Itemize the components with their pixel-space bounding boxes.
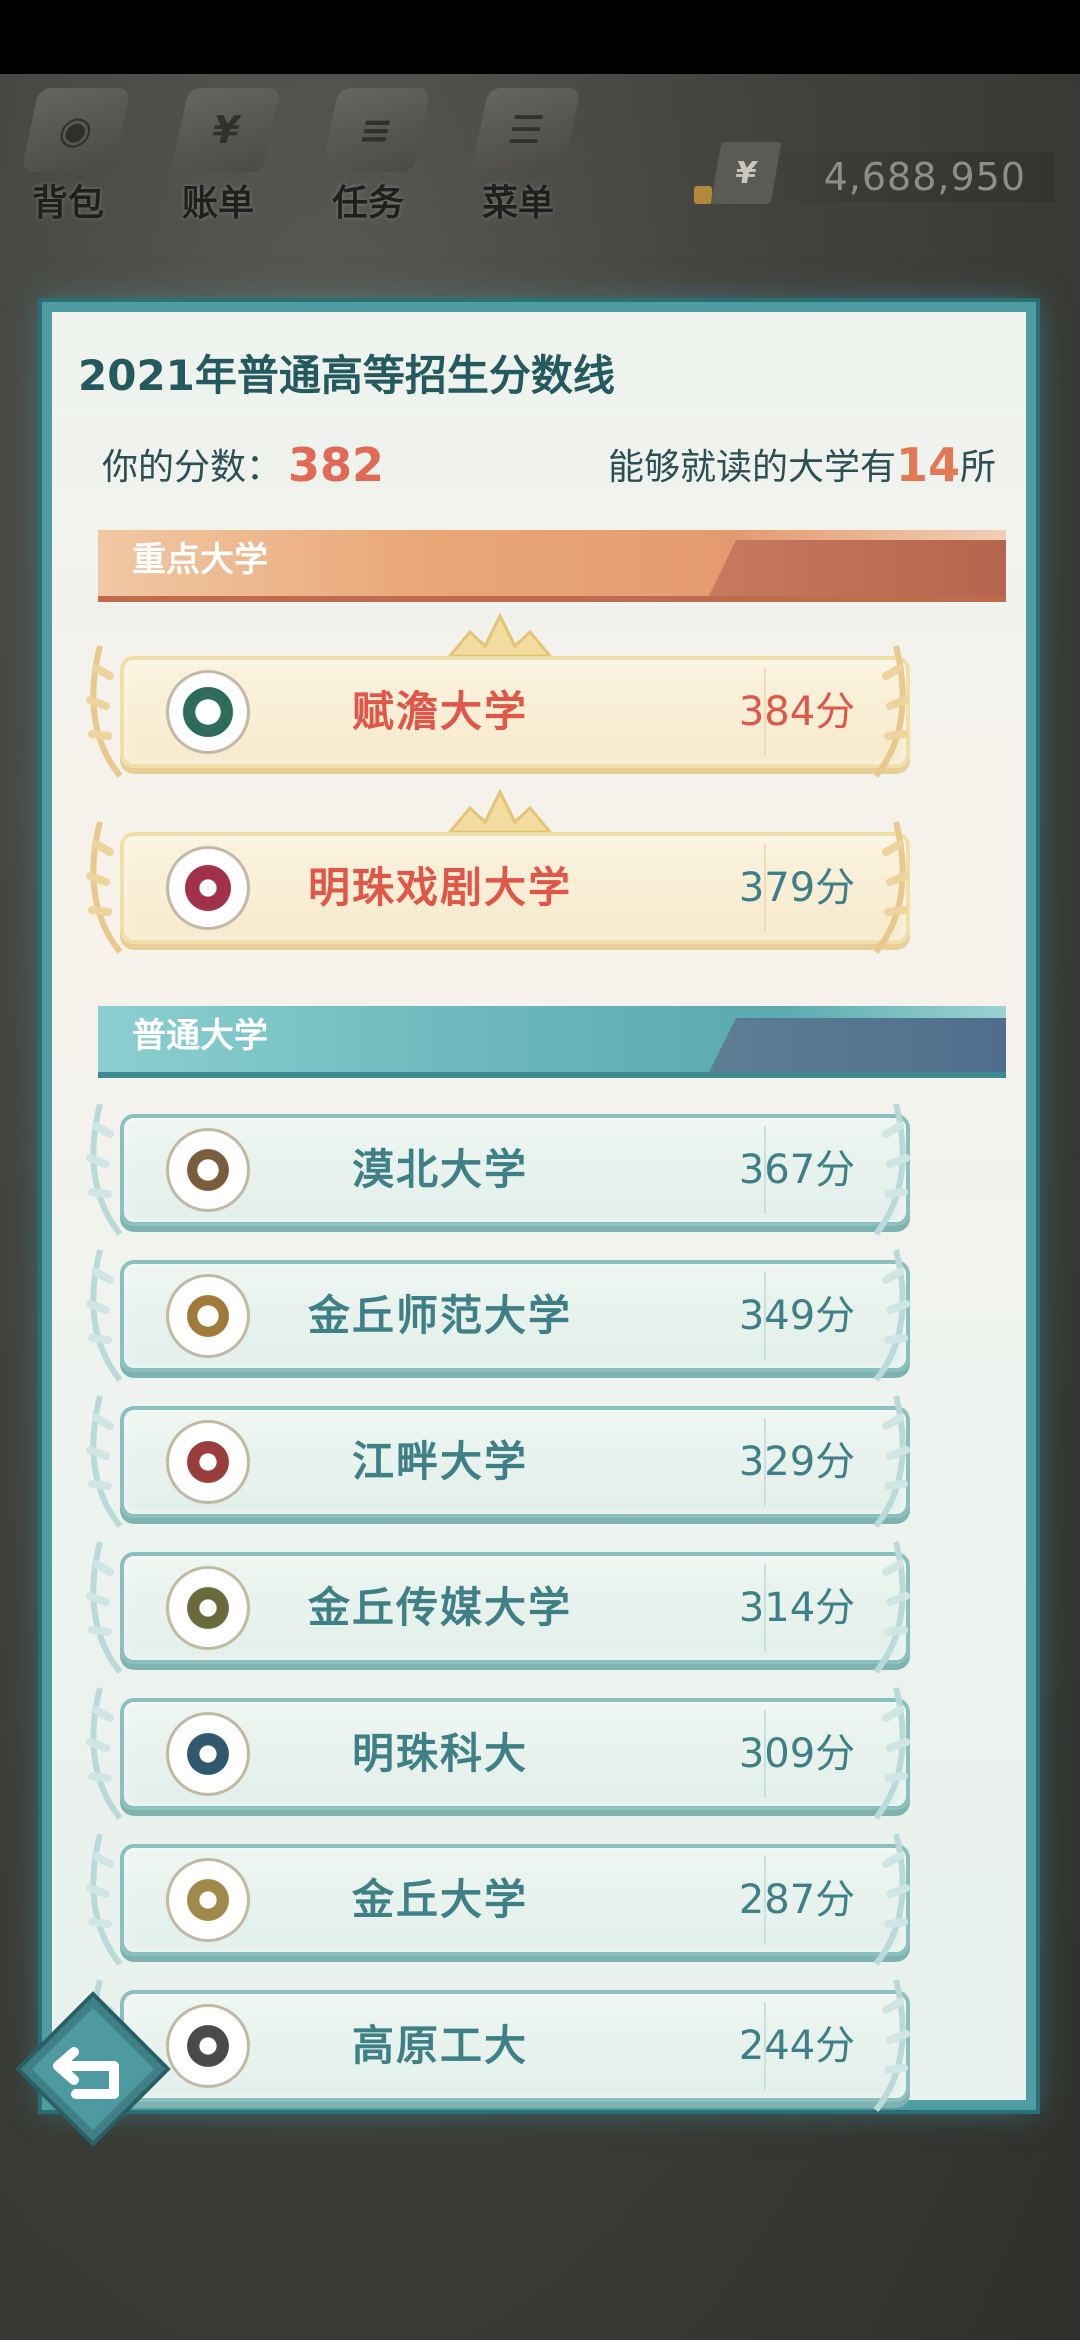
admission-score-panel: 2021年普通高等招生分数线 你的分数： 382 能够就读的大学有14所 重点大学… [42, 302, 1036, 2112]
menu-bill[interactable]: ¥ 账单 [150, 74, 290, 244]
laurel-right-icon [873, 1833, 910, 1966]
back-button[interactable] [14, 1990, 172, 2148]
university-name: 明珠科大 [351, 1729, 528, 1778]
key-header-accent [706, 540, 1006, 602]
university-card-normal-7[interactable]: 高原工大 244分 [80, 1979, 916, 2112]
wallet-icon: ¥ [171, 88, 281, 172]
key-header-label: 重点大学 [132, 540, 268, 580]
normal-university-header: 普通大学 [98, 1006, 1006, 1078]
university-score: 367分 [738, 1147, 856, 1193]
menu-books-icon: ☰ [471, 88, 581, 172]
key-university-header: 重点大学 [98, 530, 1006, 602]
menu-menu[interactable]: ☰ 菜单 [450, 74, 590, 244]
laurel-right-icon [873, 1249, 910, 1382]
normal-header-label: 普通大学 [132, 1016, 268, 1056]
top-menu: ◉ 背包 ¥ 账单 ≡ 任务 ☰ 菜单 ¥ 4,688,950 [0, 74, 1080, 244]
laurel-left-icon [86, 1833, 123, 1966]
laurel-right-icon [873, 1541, 910, 1674]
status-bar [0, 0, 1080, 74]
laurel-left-icon [86, 1541, 123, 1674]
user-score-value: 382 [288, 438, 385, 492]
laurel-left-icon [86, 1103, 123, 1236]
menu-backpack-label: 背包 [32, 183, 105, 224]
money-dot [694, 186, 712, 204]
task-book-icon: ≡ [321, 88, 431, 172]
university-score: 309分 [738, 1731, 856, 1777]
university-card-key-2[interactable]: 明珠戏剧大学 379分 [80, 788, 916, 954]
university-name: 高原工大 [351, 2021, 528, 2070]
laurel-right-icon [873, 1687, 910, 1820]
university-score: 349分 [738, 1293, 856, 1339]
university-name: 金丘传媒大学 [307, 1583, 572, 1632]
university-score: 329分 [738, 1439, 856, 1485]
normal-header-line [98, 1072, 1006, 1078]
laurel-right-icon [873, 1103, 910, 1236]
university-score: 384分 [738, 689, 856, 735]
university-card-normal-2[interactable]: 金丘师范大学 349分 [80, 1249, 916, 1382]
university-card-normal-1[interactable]: 漠北大学 367分 [80, 1103, 916, 1236]
university-score: 379分 [738, 865, 856, 911]
university-name: 金丘师范大学 [307, 1291, 572, 1340]
university-score: 244分 [738, 2023, 856, 2069]
money-value: 4,688,950 [823, 155, 1026, 199]
eligible-count: 能够就读的大学有14所 [608, 438, 996, 492]
university-card-normal-3[interactable]: 江畔大学 329分 [80, 1395, 916, 1528]
laurel-left-icon [86, 821, 123, 954]
eligible-count-value: 14 [895, 438, 960, 492]
laurel-right-icon [873, 645, 910, 778]
backpack-icon: ◉ [21, 88, 131, 172]
menu-bill-label: 账单 [182, 183, 255, 224]
laurel-right-icon [873, 821, 910, 954]
university-score: 314分 [738, 1585, 856, 1631]
laurel-left-icon [86, 1687, 123, 1820]
normal-header-accent [706, 1018, 1006, 1078]
university-name: 明珠戏剧大学 [307, 863, 572, 912]
university-name: 金丘大学 [351, 1875, 528, 1924]
university-name: 赋澹大学 [351, 687, 528, 736]
university-card-normal-4[interactable]: 金丘传媒大学 314分 [80, 1541, 916, 1674]
laurel-left-icon [86, 645, 123, 778]
user-score: 你的分数： 382 [102, 438, 384, 492]
laurel-left-icon [86, 1395, 123, 1528]
university-name: 漠北大学 [351, 1145, 528, 1194]
menu-menu-label: 菜单 [482, 183, 555, 224]
university-score: 287分 [738, 1877, 856, 1923]
eligible-count-prefix: 能够就读的大学有 [607, 447, 896, 488]
menu-task[interactable]: ≡ 任务 [300, 74, 440, 244]
eligible-count-suffix: 所 [959, 447, 996, 488]
panel-title: 2021年普通高等招生分数线 [78, 351, 615, 400]
laurel-right-icon [873, 1979, 910, 2112]
money-display: ¥ 4,688,950 [694, 142, 1060, 204]
key-header-line [98, 596, 1006, 602]
menu-backpack[interactable]: ◉ 背包 [0, 74, 140, 244]
menu-task-label: 任务 [332, 183, 405, 224]
user-score-label: 你的分数： [102, 447, 283, 488]
crown-icon [446, 788, 554, 834]
laurel-left-icon [86, 1249, 123, 1382]
university-card-normal-6[interactable]: 金丘大学 287分 [80, 1833, 916, 1966]
university-card-key-1[interactable]: 赋澹大学 384分 [80, 612, 916, 778]
crown-icon [446, 612, 554, 658]
yen-icon: ¥ [710, 142, 782, 204]
university-name: 江畔大学 [351, 1437, 528, 1486]
laurel-right-icon [873, 1395, 910, 1528]
university-card-normal-5[interactable]: 明珠科大 309分 [80, 1687, 916, 1820]
